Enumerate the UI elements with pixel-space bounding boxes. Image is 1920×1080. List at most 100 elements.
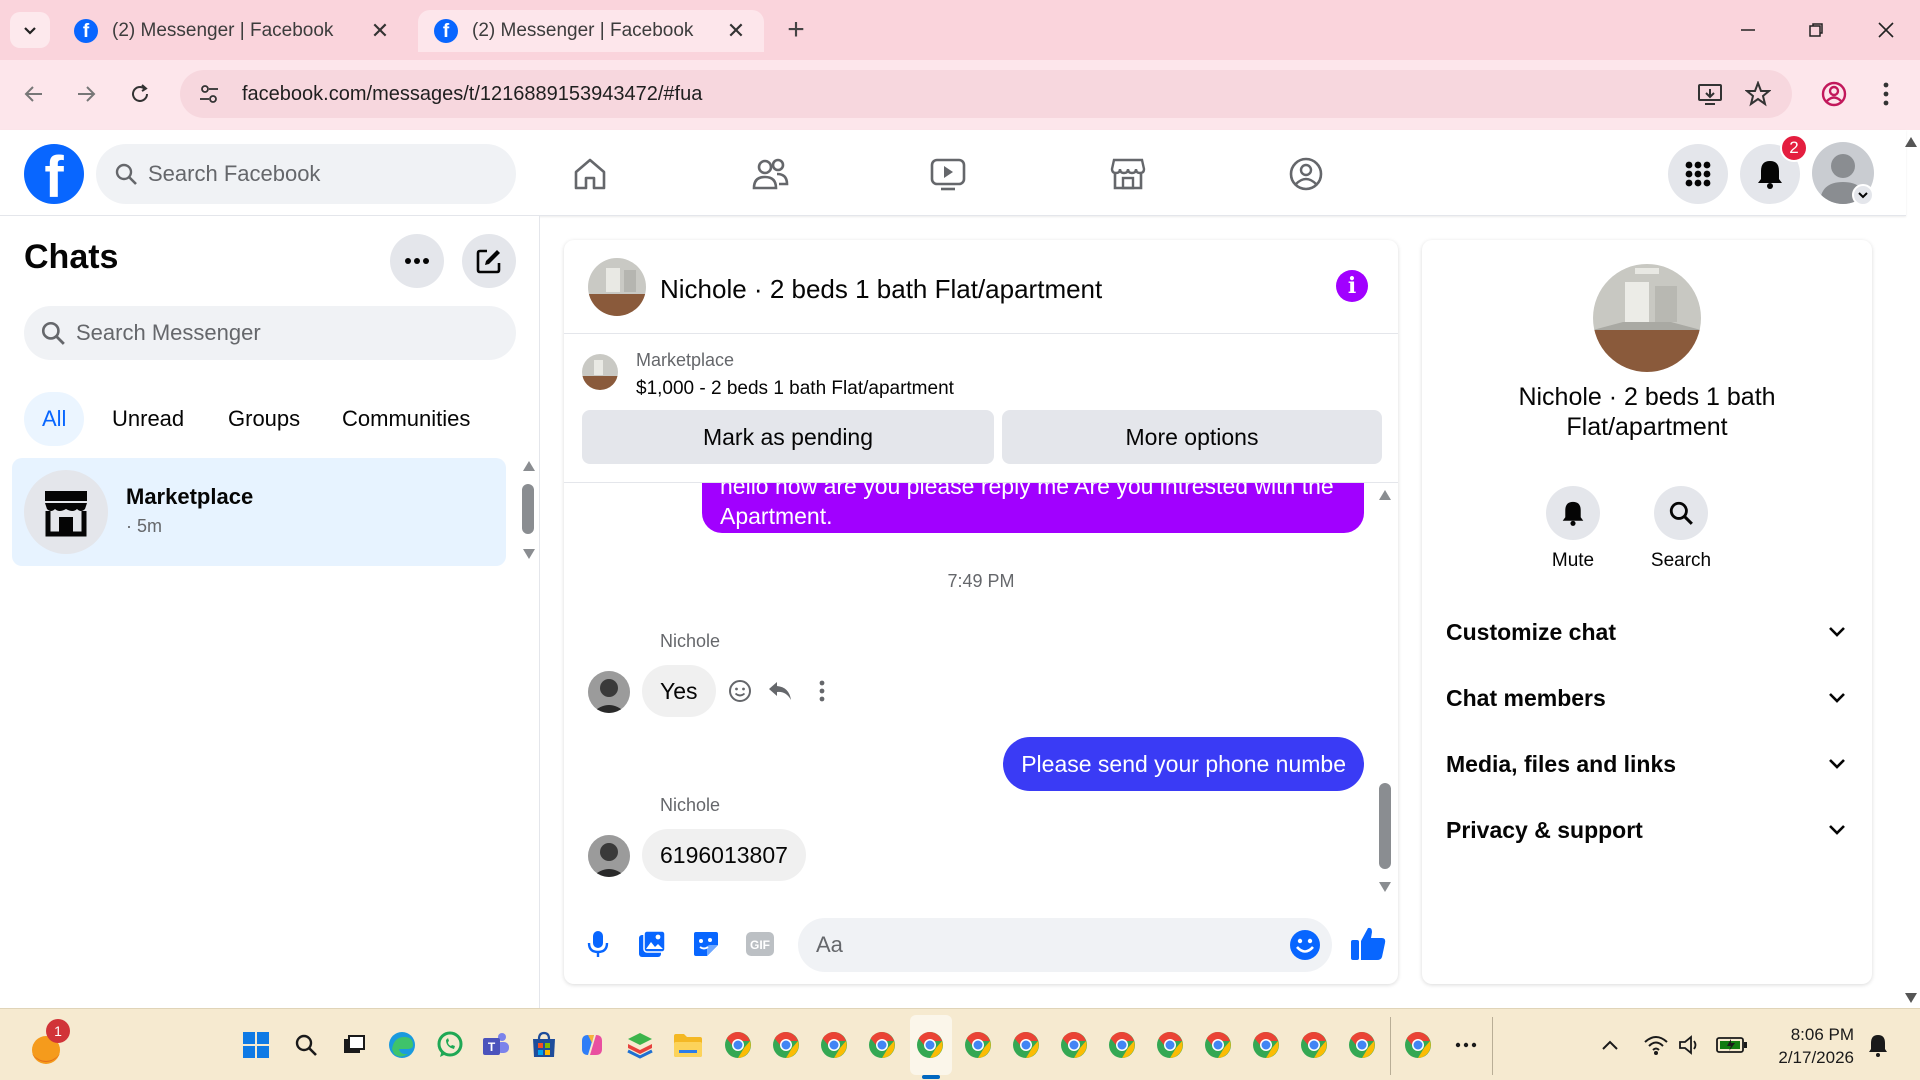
taskbar-chrome-13[interactable] xyxy=(1294,1025,1334,1065)
battery-status[interactable] xyxy=(1712,1025,1752,1065)
browser-menu-button[interactable] xyxy=(1864,72,1908,116)
incoming-message-bubble[interactable]: 6196013807 xyxy=(642,829,806,881)
voice-clip-button[interactable] xyxy=(578,924,618,964)
show-hidden-icons-button[interactable] xyxy=(1590,1025,1630,1065)
browser-tab-1[interactable]: f (2) Messenger | Facebook ✕ xyxy=(58,10,408,52)
minimize-button[interactable] xyxy=(1728,12,1768,48)
mark-as-pending-button[interactable]: Mark as pending xyxy=(582,410,994,464)
search-action[interactable]: Search xyxy=(1636,486,1726,572)
details-avatar[interactable] xyxy=(1593,264,1701,372)
task-view-button[interactable] xyxy=(334,1025,374,1065)
conversation-avatar[interactable] xyxy=(588,258,646,316)
conversation-title[interactable]: Nichole · 2 beds 1 bath Flat/apartment xyxy=(660,274,1102,305)
taskbar-chrome-2[interactable] xyxy=(766,1025,806,1065)
notification-center-button[interactable] xyxy=(1858,1025,1898,1065)
start-button[interactable] xyxy=(236,1025,276,1065)
react-button[interactable] xyxy=(724,675,756,707)
message-input[interactable]: Aa xyxy=(798,918,1332,972)
system-clock[interactable]: 8:06 PM 2/17/2026 xyxy=(1762,1023,1854,1069)
new-message-button[interactable] xyxy=(462,234,516,288)
taskbar-chrome-4[interactable] xyxy=(862,1025,902,1065)
taskbar-chrome-15[interactable] xyxy=(1398,1025,1438,1065)
info-icon[interactable]: i xyxy=(1336,270,1368,302)
tab-search-dropdown[interactable] xyxy=(10,12,50,48)
address-bar[interactable]: facebook.com/messages/t/1216889153943472… xyxy=(180,70,1792,118)
nav-friends[interactable] xyxy=(748,152,792,196)
taskbar-whatsapp[interactable] xyxy=(430,1025,470,1065)
install-app-button[interactable] xyxy=(1688,72,1732,116)
sender-avatar[interactable] xyxy=(588,671,630,713)
facebook-search-input[interactable]: Search Facebook xyxy=(96,144,516,204)
taskbar-chrome-3[interactable] xyxy=(814,1025,854,1065)
back-button[interactable] xyxy=(14,74,54,114)
chat-members-section[interactable]: Chat members xyxy=(1446,678,1846,718)
taskbar-teams[interactable]: T xyxy=(476,1025,516,1065)
bookmark-button[interactable] xyxy=(1736,72,1780,116)
taskbar-file-explorer[interactable] xyxy=(668,1025,708,1065)
menu-grid-button[interactable] xyxy=(1668,144,1728,204)
media-files-links-section[interactable]: Media, files and links xyxy=(1446,744,1846,784)
tab-close-icon[interactable]: ✕ xyxy=(724,18,748,43)
volume-status[interactable] xyxy=(1670,1025,1710,1065)
messages-scrollbar-thumb[interactable] xyxy=(1379,783,1391,869)
nav-video[interactable] xyxy=(926,152,970,196)
emoji-icon[interactable] xyxy=(1288,928,1322,962)
message-more-button[interactable] xyxy=(806,675,838,707)
browser-tab-2[interactable]: f (2) Messenger | Facebook ✕ xyxy=(418,10,764,52)
site-settings-icon[interactable] xyxy=(194,79,224,109)
page-scroll-down-icon[interactable] xyxy=(1904,992,1918,1004)
nav-marketplace[interactable] xyxy=(1106,152,1150,196)
gif-button[interactable]: GIF xyxy=(740,924,780,964)
taskbar-copilot[interactable] xyxy=(572,1025,612,1065)
taskbar-chrome-1[interactable] xyxy=(718,1025,758,1065)
scroll-down-arrow-icon[interactable] xyxy=(1378,881,1392,893)
scroll-up-arrow-icon[interactable] xyxy=(1378,489,1392,501)
facebook-logo-icon[interactable]: f xyxy=(24,144,84,204)
taskbar-search-button[interactable] xyxy=(286,1025,326,1065)
taskbar-edge[interactable] xyxy=(382,1025,422,1065)
filter-communities[interactable]: Communities xyxy=(324,392,488,446)
restore-button[interactable] xyxy=(1796,12,1836,48)
taskbar-chrome-11[interactable] xyxy=(1198,1025,1238,1065)
scroll-down-arrow-icon[interactable] xyxy=(522,548,536,560)
filter-all[interactable]: All xyxy=(24,392,85,446)
taskbar-store[interactable] xyxy=(524,1025,564,1065)
profile-button[interactable] xyxy=(1812,72,1856,116)
messenger-search-input[interactable]: Search Messenger xyxy=(24,306,516,360)
taskbar-chrome-7[interactable] xyxy=(1006,1025,1046,1065)
sidebar-scrollbar-thumb[interactable] xyxy=(522,484,534,534)
thumbs-up-icon[interactable] xyxy=(1348,924,1388,964)
sender-avatar[interactable] xyxy=(588,835,630,877)
chat-list-item[interactable]: Marketplace · 5m xyxy=(12,458,506,566)
chat-options-button[interactable] xyxy=(390,234,444,288)
outgoing-message-bubble[interactable]: Please send your phone numbe xyxy=(1003,737,1364,791)
search-action-button[interactable] xyxy=(1654,486,1708,540)
taskbar-chrome-8[interactable] xyxy=(1054,1025,1094,1065)
filter-unread[interactable]: Unread xyxy=(94,392,202,446)
taskbar-chrome-active[interactable] xyxy=(910,1025,950,1065)
listing-thumbnail[interactable] xyxy=(582,354,618,390)
reload-button[interactable] xyxy=(120,74,160,114)
page-scroll-up-icon[interactable] xyxy=(1904,136,1918,148)
incoming-message-bubble[interactable]: Yes xyxy=(642,665,716,717)
customize-chat-section[interactable]: Customize chat xyxy=(1446,612,1846,652)
attach-photo-button[interactable] xyxy=(632,924,672,964)
taskbar-more-button[interactable] xyxy=(1446,1025,1486,1065)
privacy-support-section[interactable]: Privacy & support xyxy=(1446,810,1846,850)
taskbar-chrome-14[interactable] xyxy=(1342,1025,1382,1065)
scroll-up-arrow-icon[interactable] xyxy=(522,460,536,472)
mute-action[interactable]: Mute xyxy=(1528,486,1618,572)
nav-gaming[interactable] xyxy=(1284,152,1328,196)
more-options-button[interactable]: More options xyxy=(1002,410,1382,464)
mute-action-button[interactable] xyxy=(1546,486,1600,540)
taskbar-chrome-10[interactable] xyxy=(1150,1025,1190,1065)
reply-button[interactable] xyxy=(764,675,796,707)
taskbar-chrome-12[interactable] xyxy=(1246,1025,1286,1065)
nav-home[interactable] xyxy=(568,152,612,196)
filter-groups[interactable]: Groups xyxy=(210,392,318,446)
listing-price-title[interactable]: $1,000 - 2 beds 1 bath Flat/apartment xyxy=(636,378,954,400)
new-tab-button[interactable]: + xyxy=(780,13,812,46)
outgoing-message-bubble[interactable]: hello how are you please reply me Are yo… xyxy=(702,483,1364,533)
close-window-button[interactable] xyxy=(1866,12,1906,48)
account-menu-caret[interactable] xyxy=(1852,184,1874,206)
